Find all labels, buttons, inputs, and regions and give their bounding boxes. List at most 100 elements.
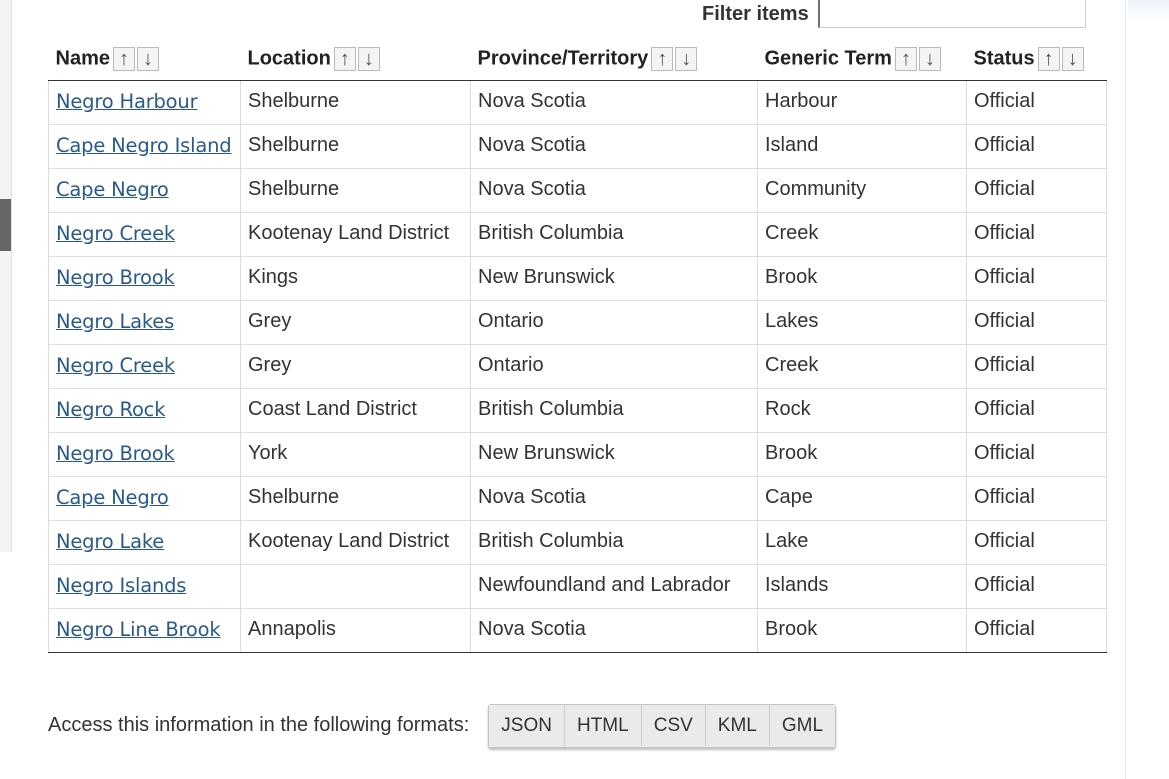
cell-province: British Columbia <box>470 388 758 433</box>
cell-generic-term: Brook <box>757 256 967 301</box>
cell-status: Official <box>966 124 1107 169</box>
cell-location: Kootenay Land District <box>240 520 471 565</box>
cell-province: Ontario <box>470 300 758 345</box>
cell-generic-term: Cape <box>757 476 967 521</box>
column-header-status: Status ↑ ↓ <box>966 37 1107 81</box>
cell-status: Official <box>966 520 1107 565</box>
sort-ascending-icon[interactable]: ↑ <box>894 46 917 71</box>
cell-location: Kootenay Land District <box>240 212 471 257</box>
table-row: Negro Line Brook Annapolis Nova Scotia Broo… <box>48 608 1107 653</box>
cell-generic-term: Island <box>757 124 967 169</box>
column-label: Generic Term <box>764 47 892 69</box>
cell-province: British Columbia <box>470 212 758 257</box>
cell-status: Official <box>966 564 1107 609</box>
cell-name: Negro Brook <box>48 256 241 301</box>
format-csv-button[interactable]: CSV <box>641 704 706 747</box>
cell-name: Cape Negro <box>48 168 241 213</box>
format-html-button[interactable]: HTML <box>564 704 642 747</box>
cell-name: Negro Rock <box>48 388 241 433</box>
right-decoration <box>1128 0 1169 24</box>
cell-name: Negro Lake <box>48 520 241 565</box>
cell-generic-term: Islands <box>757 564 967 609</box>
cell-location: Annapolis <box>240 608 471 653</box>
sort-ascending-icon[interactable]: ↑ <box>333 46 356 71</box>
cell-status: Official <box>966 476 1107 521</box>
cell-generic-term: Lake <box>757 520 967 565</box>
table-row: Negro Islands Newfoundland and Labrador Is… <box>48 564 1107 609</box>
table-row: Negro Lakes Grey Ontario Lakes Official <box>48 300 1107 345</box>
filter-label: Filter items <box>702 3 809 25</box>
table-header-row: Name ↑ ↓ Location ↑ ↓ Province/Territory ↑ ↓ G… <box>48 37 1107 81</box>
place-name-link[interactable]: Negro Creek <box>56 354 175 377</box>
filter-input[interactable] <box>818 0 1086 28</box>
place-name-link[interactable]: Negro Line Brook <box>56 618 221 641</box>
sort-ascending-icon[interactable]: ↑ <box>651 46 674 71</box>
table-row: Negro Creek Kootenay Land District British… <box>48 212 1107 257</box>
table-row: Negro Lake Kootenay Land District British … <box>48 520 1107 565</box>
cell-location: Shelburne <box>240 124 471 169</box>
column-header-province: Province/Territory ↑ ↓ <box>470 37 758 81</box>
cell-province: Nova Scotia <box>470 608 758 653</box>
cell-location: York <box>240 432 471 477</box>
sidebar-scroll-marker <box>0 199 11 251</box>
cell-generic-term: Community <box>757 168 967 213</box>
formats-bar: Access this information in the following… <box>48 703 837 748</box>
cell-name: Negro Creek <box>48 212 241 257</box>
place-name-link[interactable]: Negro Lakes <box>56 310 174 333</box>
sort-controls: ↑ ↓ <box>651 46 699 71</box>
sort-descending-icon[interactable]: ↓ <box>918 46 941 71</box>
place-name-link[interactable]: Negro Rock <box>56 398 165 421</box>
cell-location: Grey <box>240 300 471 345</box>
cell-name: Negro Harbour <box>48 80 241 125</box>
column-label: Name <box>55 47 110 69</box>
place-name-link[interactable]: Cape Negro <box>56 486 169 509</box>
sort-descending-icon[interactable]: ↓ <box>1061 46 1084 71</box>
place-name-link[interactable]: Cape Negro Island <box>56 134 232 157</box>
formats-label: Access this information in the following… <box>48 714 470 736</box>
table-row: Cape Negro Shelburne Nova Scotia Community O… <box>48 168 1107 213</box>
cell-location: Shelburne <box>240 168 471 213</box>
column-label: Province/Territory <box>477 47 649 69</box>
format-json-button[interactable]: JSON <box>489 704 565 747</box>
sort-controls: ↑ ↓ <box>1037 46 1086 71</box>
cell-status: Official <box>966 388 1107 433</box>
format-kml-button[interactable]: KML <box>705 704 770 747</box>
place-name-link[interactable]: Cape Negro <box>56 178 169 201</box>
cell-province: New Brunswick <box>470 432 758 477</box>
cell-generic-term: Brook <box>757 432 967 477</box>
cell-province: Ontario <box>470 344 758 389</box>
cell-generic-term: Harbour <box>757 80 967 125</box>
sort-descending-icon[interactable]: ↓ <box>357 46 380 71</box>
table-body: Negro Harbour Shelburne Nova Scotia Harbour… <box>48 80 1107 653</box>
place-name-link[interactable]: Negro Brook <box>56 442 175 465</box>
column-header-generic-term: Generic Term ↑ ↓ <box>757 37 967 81</box>
cell-name: Negro Islands <box>48 564 241 609</box>
sort-descending-icon[interactable]: ↓ <box>136 46 159 71</box>
column-header-location: Location ↑ ↓ <box>240 37 471 81</box>
place-name-link[interactable]: Negro Brook <box>56 266 175 289</box>
cell-location: Kings <box>240 256 471 301</box>
cell-status: Official <box>966 212 1107 257</box>
cell-generic-term: Brook <box>757 608 967 653</box>
table-row: Negro Harbour Shelburne Nova Scotia Harbour… <box>48 80 1107 125</box>
cell-generic-term: Rock <box>757 388 967 433</box>
format-gml-button[interactable]: GML <box>769 704 836 747</box>
cell-status: Official <box>966 432 1107 477</box>
sort-ascending-icon[interactable]: ↑ <box>112 46 135 71</box>
table-row: Negro Brook York New Brunswick Brook Officia… <box>48 432 1107 477</box>
place-name-link[interactable]: Negro Lake <box>56 530 164 553</box>
table-row: Negro Rock Coast Land District British Col… <box>48 388 1107 433</box>
cell-province: Nova Scotia <box>470 476 758 521</box>
place-name-link[interactable]: Negro Creek <box>56 222 175 245</box>
place-name-link[interactable]: Negro Islands <box>56 574 186 597</box>
cell-province: British Columbia <box>470 520 758 565</box>
cell-name: Cape Negro Island <box>48 124 241 169</box>
cell-location: Grey <box>240 344 471 389</box>
sort-ascending-icon[interactable]: ↑ <box>1037 46 1060 71</box>
cell-generic-term: Creek <box>757 344 967 389</box>
table-row: Cape Negro Shelburne Nova Scotia Cape Offici… <box>48 476 1107 521</box>
sort-descending-icon[interactable]: ↓ <box>675 46 698 71</box>
table-row: Cape Negro Island Shelburne Nova Scotia Isl… <box>48 124 1107 169</box>
cell-name: Negro Line Brook <box>48 608 241 653</box>
place-name-link[interactable]: Negro Harbour <box>56 90 198 113</box>
